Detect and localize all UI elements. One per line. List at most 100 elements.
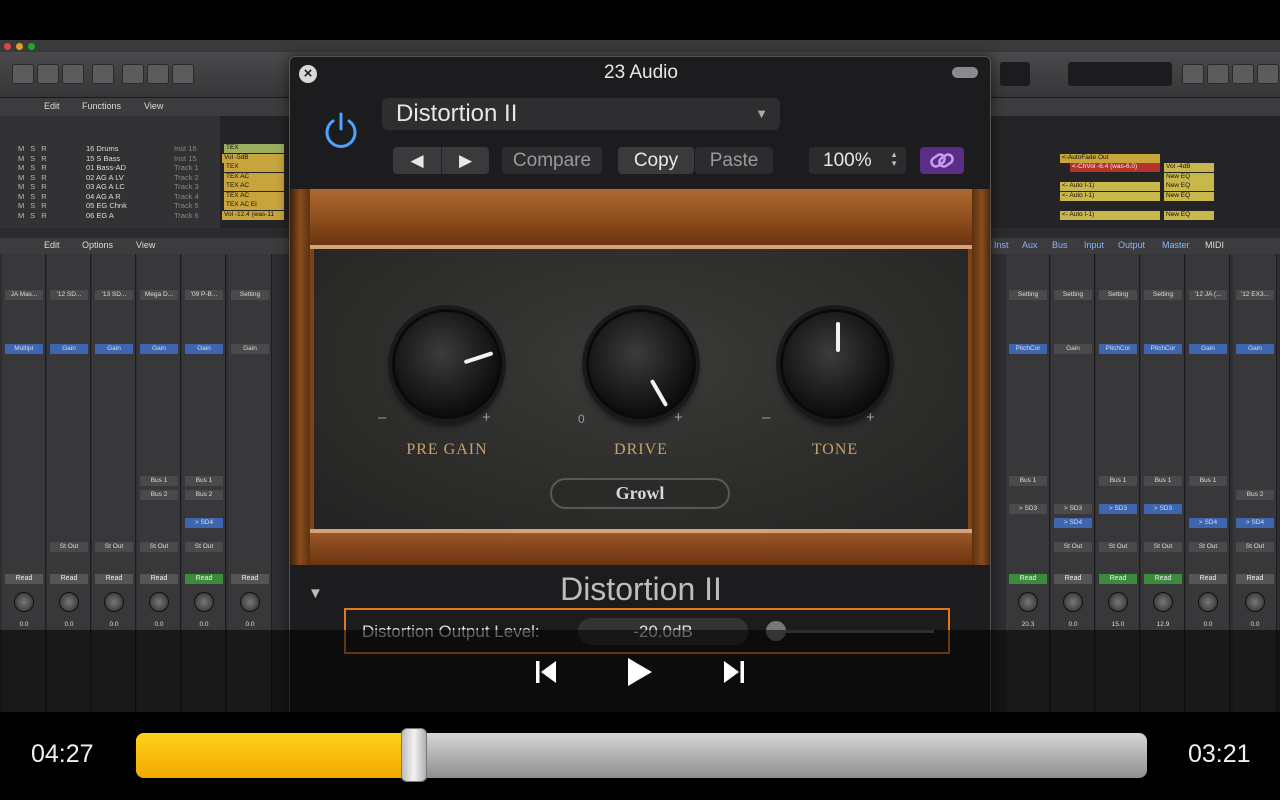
smart-controls-icon[interactable] xyxy=(122,64,144,84)
region[interactable]: New EQ xyxy=(1164,172,1214,182)
pre-gain-min-label: – xyxy=(378,409,387,426)
plugin-window: 23 Audio × Distortion II ▼ ◀ ▶ Compare C… xyxy=(289,56,991,716)
mixer-tab-output[interactable]: Output xyxy=(1118,240,1145,250)
mixer-menu-edit[interactable]: Edit xyxy=(44,240,60,250)
skip-forward-icon[interactable] xyxy=(714,652,754,692)
mixer-tab-master[interactable]: Master xyxy=(1162,240,1190,250)
editors-icon[interactable] xyxy=(172,64,194,84)
pan-knob[interactable] xyxy=(1245,592,1265,612)
help-icon[interactable] xyxy=(92,64,114,84)
screen: Edit Functions View MSR 16 Drums Inst 16 M… xyxy=(0,0,1280,800)
link-button[interactable] xyxy=(920,147,964,174)
next-preset-button[interactable]: ▶ xyxy=(441,147,489,174)
loop-browser-icon[interactable] xyxy=(1232,64,1254,84)
menu-functions[interactable]: Functions xyxy=(82,101,121,111)
pre-gain-max-label: + xyxy=(482,409,491,426)
wood-trim-bottom xyxy=(310,533,972,565)
remaining-time: 03:21 xyxy=(1188,740,1251,768)
region[interactable]: TEX AC xyxy=(224,182,284,191)
tone-max-label: + xyxy=(866,409,875,426)
region[interactable]: New EQ xyxy=(1164,191,1214,201)
region[interactable]: TEX AC El xyxy=(224,201,284,210)
region[interactable]: <- Auto I-1) xyxy=(1060,210,1160,220)
mixer-menu-view[interactable]: View xyxy=(136,240,155,250)
library-icon[interactable] xyxy=(12,64,34,84)
zoom-selector[interactable]: 100% ▲ ▼ xyxy=(809,147,906,174)
preset-selector[interactable]: Distortion II ▼ xyxy=(382,98,780,130)
pan-knob[interactable] xyxy=(1063,592,1083,612)
mixer-tab-aux[interactable]: Aux xyxy=(1022,240,1038,250)
track-row[interactable]: MSR 15 S Bass Inst 15 xyxy=(0,154,220,164)
pan-knob[interactable] xyxy=(1018,592,1038,612)
compare-button[interactable]: Compare xyxy=(502,147,602,174)
power-icon[interactable] xyxy=(320,109,362,151)
drive-label: DRIVE xyxy=(614,441,668,458)
pan-knob[interactable] xyxy=(149,592,169,612)
close-icon[interactable]: × xyxy=(299,65,317,83)
scrubber-thumb[interactable] xyxy=(401,728,427,782)
region[interactable]: <-AutoFade Out xyxy=(1060,153,1160,163)
mixer-tab-midi[interactable]: MIDI xyxy=(1205,240,1224,250)
pan-knob[interactable] xyxy=(1108,592,1128,612)
close-window-icon[interactable] xyxy=(4,43,11,50)
track-row[interactable]: MSR 16 Drums Inst 16 xyxy=(0,144,220,154)
region[interactable]: TEX AC xyxy=(224,191,284,201)
region[interactable]: Vol -12.4 (was-11 xyxy=(222,210,284,220)
paste-button[interactable]: Paste xyxy=(695,147,773,174)
region[interactable]: TEX xyxy=(224,144,284,153)
previous-preset-button[interactable]: ◀ xyxy=(393,147,441,174)
region[interactable]: TEX AC xyxy=(224,172,284,182)
drive-knob[interactable] xyxy=(586,309,696,419)
region[interactable]: New EQ xyxy=(1164,210,1214,220)
master-volume-slider[interactable] xyxy=(1068,62,1172,86)
region[interactable]: <- Auto I-1) xyxy=(1060,182,1160,191)
toolbar-icon[interactable] xyxy=(62,64,84,84)
info-icon[interactable] xyxy=(37,64,59,84)
track-row[interactable]: MSR 01 Bass-AD Track 1 xyxy=(0,163,220,173)
track-row[interactable]: MSR 05 EG Chnk Track 5 xyxy=(0,201,220,211)
track-row[interactable]: MSR 06 EG A Track 6 xyxy=(0,211,220,221)
mode-button-growl[interactable]: Growl xyxy=(550,478,730,509)
menu-edit[interactable]: Edit xyxy=(44,101,60,111)
extended-params-title: Distortion II xyxy=(560,571,722,607)
mixer-icon[interactable] xyxy=(147,64,169,84)
minimize-window-icon[interactable] xyxy=(16,43,23,50)
mixer-tab-input[interactable]: Input xyxy=(1084,240,1104,250)
preset-name: Distortion II xyxy=(396,100,518,127)
skip-back-icon[interactable] xyxy=(526,652,566,692)
region[interactable]: Vol -4dB xyxy=(1164,163,1214,172)
plugin-window-title: 23 Audio xyxy=(604,62,678,83)
menu-view[interactable]: View xyxy=(144,101,163,111)
pan-knob[interactable] xyxy=(1153,592,1173,612)
track-row[interactable]: MSR 03 AG A LC Track 3 xyxy=(0,182,220,192)
mixer-tab-inst[interactable]: Inst xyxy=(994,240,1009,250)
window-resize-pill[interactable] xyxy=(952,67,978,78)
list-editors-icon[interactable] xyxy=(1182,64,1204,84)
pan-knob[interactable] xyxy=(194,592,214,612)
mixer-menu-options[interactable]: Options xyxy=(82,240,113,250)
region[interactable]: <- Auto I-1) xyxy=(1060,191,1160,201)
zoom-window-icon[interactable] xyxy=(28,43,35,50)
browser-icon[interactable] xyxy=(1257,64,1279,84)
track-row[interactable]: MSR 04 AG A R Track 4 xyxy=(0,192,220,202)
region[interactable]: TEX xyxy=(224,163,284,172)
drive-max-label: + xyxy=(674,409,683,426)
tone-knob[interactable] xyxy=(780,309,890,419)
track-row[interactable]: MSR 02 AG A LV Track 2 xyxy=(0,173,220,183)
pan-knob[interactable] xyxy=(59,592,79,612)
link-icon xyxy=(930,153,954,168)
region[interactable]: New EQ xyxy=(1164,182,1214,191)
drive-min-label: 0 xyxy=(578,412,585,426)
pan-knob[interactable] xyxy=(240,592,260,612)
region[interactable]: <-ChVol -6.4 (was-6.0) xyxy=(1070,163,1160,172)
region[interactable]: Vol -5dB xyxy=(222,153,284,163)
scrubber-track[interactable] xyxy=(136,733,1147,778)
copy-button[interactable]: Copy xyxy=(618,147,694,174)
pan-knob[interactable] xyxy=(104,592,124,612)
pan-knob[interactable] xyxy=(14,592,34,612)
pre-gain-knob[interactable] xyxy=(392,309,502,419)
pan-knob[interactable] xyxy=(1198,592,1218,612)
notepad-icon[interactable] xyxy=(1207,64,1229,84)
play-icon[interactable] xyxy=(618,652,658,692)
mixer-tab-bus[interactable]: Bus xyxy=(1052,240,1068,250)
